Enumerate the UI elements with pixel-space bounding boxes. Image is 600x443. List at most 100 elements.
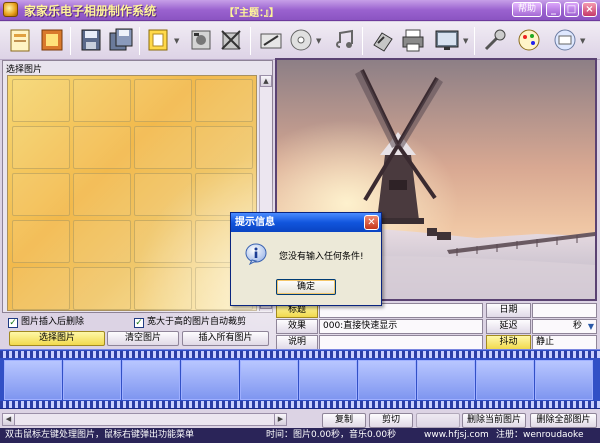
thumbnail-cell[interactable] <box>12 126 70 169</box>
film-frame[interactable] <box>122 360 180 400</box>
checkbox-check-icon[interactable]: ✓ <box>8 318 18 328</box>
paste-button[interactable] <box>416 413 460 428</box>
status-register: 注册：wenroudaoke <box>496 430 584 440</box>
scroll-up-icon[interactable]: ▲ <box>260 75 272 87</box>
toolbar-separator <box>474 27 475 55</box>
restore-button[interactable]: □ <box>564 2 579 17</box>
info-dialog: 提示信息 ✕ 您没有输入任何条件! 确定 <box>230 212 382 306</box>
delete-icon[interactable] <box>216 25 246 55</box>
template-dropdown-icon[interactable]: ▼ <box>174 37 180 45</box>
thumbnail-cell[interactable] <box>12 220 70 263</box>
shake-label: 抖动 <box>486 335 531 350</box>
insert-all-images-button[interactable]: 插入所有图片 <box>182 331 269 346</box>
template-icon[interactable] <box>144 25 174 55</box>
auto-crop-label: 宽大于高的图片自动裁剪 <box>147 317 247 327</box>
print-icon[interactable] <box>398 25 428 55</box>
export-icon[interactable] <box>186 25 216 55</box>
date-field[interactable] <box>532 303 597 318</box>
thumbnail-cell[interactable] <box>195 173 253 216</box>
film-frame[interactable] <box>417 360 475 400</box>
thumbnail-cell[interactable] <box>12 173 70 216</box>
filmstrip-scrollbar[interactable]: ◀ ▶ <box>2 413 287 426</box>
cd-icon[interactable] <box>286 25 316 55</box>
display-icon[interactable] <box>432 25 462 55</box>
film-frame[interactable] <box>358 360 416 400</box>
save-as-icon[interactable] <box>106 25 136 55</box>
thumbnail-cell[interactable] <box>73 220 131 263</box>
paint-icon[interactable] <box>514 25 544 55</box>
copy-button[interactable]: 复制 <box>322 413 366 428</box>
thumbnail-cell[interactable] <box>195 126 253 169</box>
status-time: 时间：图片0.00秒，音乐0.00秒 <box>266 430 397 440</box>
note-label: 说明 <box>276 335 318 350</box>
status-site: www.hfjsj.com <box>424 430 489 440</box>
thumbnail-cell[interactable] <box>73 173 131 216</box>
note-field[interactable] <box>319 335 483 350</box>
toolbar-separator <box>250 27 251 55</box>
thumbnail-cell[interactable] <box>134 79 192 122</box>
display-dropdown-icon[interactable]: ▼ <box>463 37 469 45</box>
select-images-button[interactable]: 选择图片 <box>9 331 105 346</box>
thumbnail-cell[interactable] <box>134 267 192 310</box>
mail-dropdown-icon[interactable]: ▼ <box>580 37 586 45</box>
delete-current-button[interactable]: 删除当前图片 <box>462 413 526 428</box>
thumbnail-cell[interactable] <box>12 79 70 122</box>
thumbnail-cell[interactable] <box>134 126 192 169</box>
film-frame[interactable] <box>476 360 534 400</box>
scroll-right-icon[interactable]: ▶ <box>274 414 286 425</box>
thumbnail-cell[interactable] <box>134 220 192 263</box>
delay-dropdown-icon[interactable]: ▼ <box>588 320 594 333</box>
settings-icon[interactable] <box>368 25 398 55</box>
auto-crop-checkbox[interactable]: ✓ 宽大于高的图片自动裁剪 <box>134 316 246 329</box>
app-title: 家家乐电子相册制作系统 <box>24 4 157 18</box>
shake-field[interactable]: 静止 <box>532 335 597 350</box>
delete-after-insert-label: 图片插入后删除 <box>21 317 85 327</box>
film-frame[interactable] <box>4 360 62 400</box>
delay-unit: 秒 <box>572 321 582 331</box>
thumbnail-cell[interactable] <box>12 267 70 310</box>
help-button[interactable]: 帮助 <box>512 2 542 17</box>
mail-icon[interactable] <box>550 25 580 55</box>
close-button[interactable]: × <box>582 2 597 17</box>
tools-icon[interactable] <box>480 25 510 55</box>
new-icon[interactable] <box>5 25 35 55</box>
dialog-title[interactable]: 提示信息 <box>231 213 381 232</box>
filmstrip[interactable] <box>0 349 600 409</box>
document-title: 【『主题：』】 <box>224 8 279 19</box>
film-frame[interactable] <box>63 360 121 400</box>
thumbnail-cell[interactable] <box>73 79 131 122</box>
thumbnail-grid[interactable] <box>7 75 413 436</box>
title-bar[interactable]: 家家乐电子相册制作系统 【『主题：』】 帮助 _ □ × <box>0 0 600 21</box>
thumbnail-cell[interactable] <box>73 267 131 310</box>
delete-after-insert-checkbox[interactable]: ✓ 图片插入后删除 <box>8 316 84 329</box>
delete-all-button[interactable]: 删除全部图片 <box>530 413 597 428</box>
minimize-button[interactable]: _ <box>546 2 561 17</box>
film-frame[interactable] <box>299 360 357 400</box>
film-frame[interactable] <box>535 360 593 400</box>
toolbar-separator <box>139 27 140 55</box>
film-perforation <box>0 401 600 408</box>
film-perforation <box>0 351 600 358</box>
date-label: 日期 <box>486 303 531 318</box>
open-album-icon[interactable] <box>37 25 67 55</box>
dialog-message: 您没有输入任何条件! <box>279 252 364 262</box>
cut-button[interactable]: 剪切 <box>369 413 413 428</box>
effect-field[interactable]: 000:直接快速显示 <box>319 319 483 334</box>
edit-icon[interactable] <box>256 25 286 55</box>
effect-label: 效果 <box>276 319 318 334</box>
app-window: 家家乐电子相册制作系统 【『主题：』】 帮助 _ □ × ▼ ▼ ▼ ▼ 选择图… <box>0 0 600 443</box>
clear-images-button[interactable]: 清空图片 <box>107 331 179 346</box>
thumbnail-cell[interactable] <box>134 173 192 216</box>
thumbnail-cell[interactable] <box>195 79 253 122</box>
checkbox-check-icon[interactable]: ✓ <box>134 318 144 328</box>
scroll-left-icon[interactable]: ◀ <box>3 414 15 425</box>
thumbnail-cell[interactable] <box>73 126 131 169</box>
ok-button[interactable]: 确定 <box>276 279 336 295</box>
film-frame[interactable] <box>181 360 239 400</box>
close-icon[interactable]: ✕ <box>364 215 379 230</box>
music-icon[interactable] <box>330 25 360 55</box>
film-frame[interactable] <box>240 360 298 400</box>
delay-field[interactable]: 秒 ▼ <box>532 319 597 334</box>
save-icon[interactable] <box>76 25 106 55</box>
cd-dropdown-icon[interactable]: ▼ <box>316 37 322 45</box>
